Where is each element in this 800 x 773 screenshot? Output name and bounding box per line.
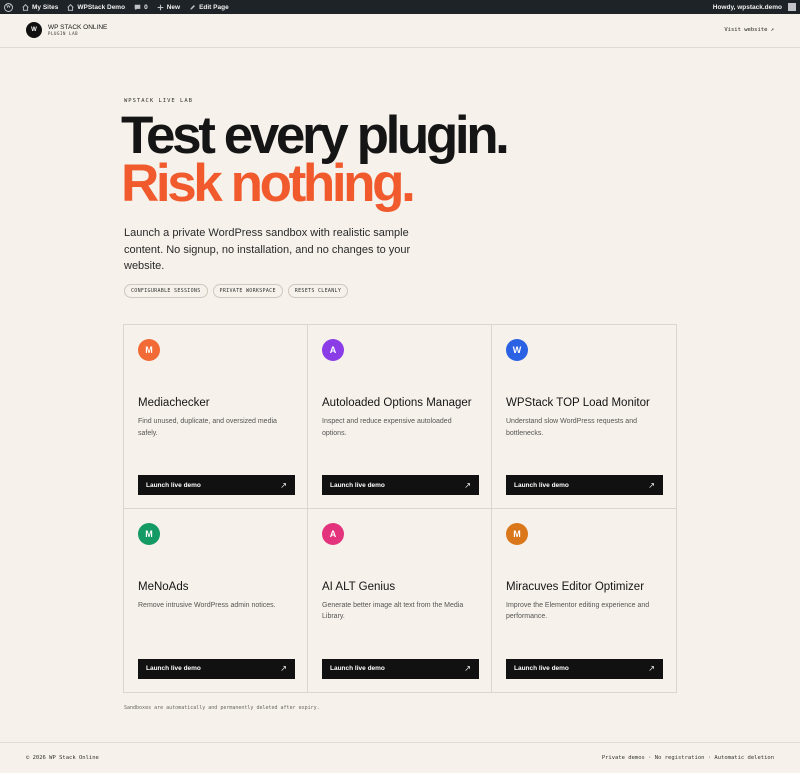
expiry-note: Sandboxes are automatically and permanen… (124, 705, 320, 711)
launch-demo-button[interactable]: Launch live demo ↗ (322, 658, 479, 679)
hero-title-line1: Test every plugin. (121, 106, 510, 165)
plugin-title: Mediachecker (138, 397, 210, 409)
new-label: New (166, 3, 181, 11)
brand-subtitle: PLUGIN LAB (48, 31, 79, 36)
launch-demo-button[interactable]: Launch live demo ↗ (138, 658, 295, 679)
pencil-icon (190, 4, 196, 10)
site-name-menu[interactable]: WPStack Demo (67, 4, 125, 11)
site-name-label: WPStack Demo (77, 3, 126, 11)
wp-admin-bar: W My Sites WPStack Demo 0 New Edit Page … (0, 0, 800, 14)
plugin-description: Remove intrusive WordPress admin notices… (138, 601, 276, 609)
launch-demo-label: Launch live demo (330, 481, 385, 489)
plugin-card: A Autoloaded Options Manager Inspect and r… (308, 325, 492, 509)
brand-name: WP STACK ONLINE (48, 24, 108, 31)
plugin-card: M Mediachecker Find unused, duplicate, and… (124, 325, 308, 509)
launch-demo-button[interactable]: Launch live demo ↗ (322, 475, 479, 495)
footer-copyright: © 2026 WP Stack Online (26, 755, 99, 761)
admin-bar-right: Howdy, wpstack.demo (713, 0, 796, 14)
tag-private-workspace: PRIVATE WORKSPACE (212, 284, 283, 298)
home-icon (22, 3, 29, 11)
plugin-avatar-icon: W (506, 339, 528, 361)
external-arrow-icon: ↗ (648, 480, 655, 490)
site-header: W WP STACK ONLINE PLUGIN LAB Visit websi… (0, 14, 800, 48)
comments-count: 0 (144, 3, 148, 11)
external-arrow-icon: ↗ (464, 480, 471, 490)
plugin-title: AI ALT Genius (322, 580, 396, 593)
admin-bar-left: W My Sites WPStack Demo 0 New Edit Page (4, 0, 238, 14)
edit-page-link[interactable]: Edit Page (189, 4, 229, 11)
external-arrow-icon: ↗ (280, 664, 287, 673)
my-sites-menu[interactable]: My Sites (22, 4, 58, 11)
brand-link[interactable]: W WP STACK ONLINE PLUGIN LAB (26, 22, 107, 38)
launch-demo-label: Launch live demo (514, 665, 569, 672)
hero-title: Test every plugin. Risk nothing. (121, 106, 510, 213)
brand-logo-icon: W (26, 22, 42, 38)
visit-website-link[interactable]: Visit website ↗ (724, 27, 774, 33)
plugin-card: W WPStack TOP Load Monitor Understand slow… (492, 325, 676, 509)
tag-configurable-sessions: CONFIGURABLE SESSIONS (124, 284, 208, 298)
wordpress-logo-menu[interactable]: W (4, 2, 13, 12)
plugin-avatar-icon: M (506, 522, 528, 545)
plugin-card: A AI ALT Genius Generate better image alt … (308, 508, 492, 692)
comments-menu[interactable]: 0 (134, 4, 148, 11)
edit-page-label: Edit Page (199, 3, 229, 11)
plugin-description: Understand slow WordPress requests and b… (506, 418, 637, 437)
brand-text: WP STACK ONLINE PLUGIN LAB (48, 24, 107, 36)
my-sites-label: My Sites (32, 3, 59, 11)
plugin-avatar-icon: M (138, 522, 160, 545)
launch-demo-label: Launch live demo (146, 481, 201, 489)
user-avatar (788, 3, 796, 11)
plugin-card: M Miracuves Editor Optimizer Improve the E… (492, 509, 676, 693)
plugin-description: Inspect and reduce expensive autoloaded … (322, 418, 452, 437)
plugin-avatar-icon: M (138, 339, 160, 361)
plugin-description: Improve the Elementor editing experience… (506, 601, 650, 621)
plugin-title: Autoloaded Options Manager (322, 397, 472, 409)
plugin-grid: M Mediachecker Find unused, duplicate, and… (123, 324, 677, 693)
footer-features: Private demos · No registration · Automa… (601, 755, 774, 761)
feature-tags: CONFIGURABLE SESSIONS PRIVATE WORKSPACE … (124, 284, 349, 298)
plugin-card: M MeNoAds Remove intrusive WordPress admin… (124, 508, 308, 692)
plugin-description: Generate better image alt text from the … (322, 601, 464, 621)
launch-demo-label: Launch live demo (514, 481, 569, 489)
plugin-title: WPStack TOP Load Monitor (506, 397, 650, 409)
plugin-avatar-icon: A (322, 522, 344, 545)
plugin-title: Miracuves Editor Optimizer (506, 580, 645, 593)
hero-description: Launch a private WordPress sandbox with … (124, 227, 411, 272)
new-content-menu[interactable]: New (157, 4, 180, 11)
hero-title-line2: Risk nothing. (121, 154, 416, 213)
plus-icon (157, 4, 163, 10)
launch-demo-button[interactable]: Launch live demo ↗ (506, 658, 663, 679)
wordpress-logo-icon: W (4, 2, 13, 12)
plugin-title: MeNoAds (138, 580, 189, 593)
hero-eyebrow: WPSTACK LIVE LAB (124, 98, 193, 104)
external-arrow-icon: ↗ (464, 664, 471, 673)
launch-demo-button[interactable]: Launch live demo ↗ (138, 475, 295, 495)
external-arrow-icon: ↗ (280, 480, 287, 490)
comment-icon (134, 4, 141, 10)
launch-demo-button[interactable]: Launch live demo ↗ (506, 475, 663, 495)
my-account-menu[interactable]: Howdy, wpstack.demo (713, 3, 796, 11)
launch-demo-label: Launch live demo (146, 665, 201, 672)
howdy-label: Howdy, wpstack.demo (712, 3, 782, 11)
external-arrow-icon: ↗ (648, 664, 655, 673)
plugin-description: Find unused, duplicate, and oversized me… (138, 418, 277, 437)
tag-resets-cleanly: RESETS CLEANLY (287, 284, 349, 298)
site-icon (67, 3, 74, 11)
plugin-avatar-icon: A (322, 339, 344, 361)
launch-demo-label: Launch live demo (330, 665, 385, 672)
site-footer: © 2026 WP Stack Online Private demos · N… (0, 742, 800, 773)
